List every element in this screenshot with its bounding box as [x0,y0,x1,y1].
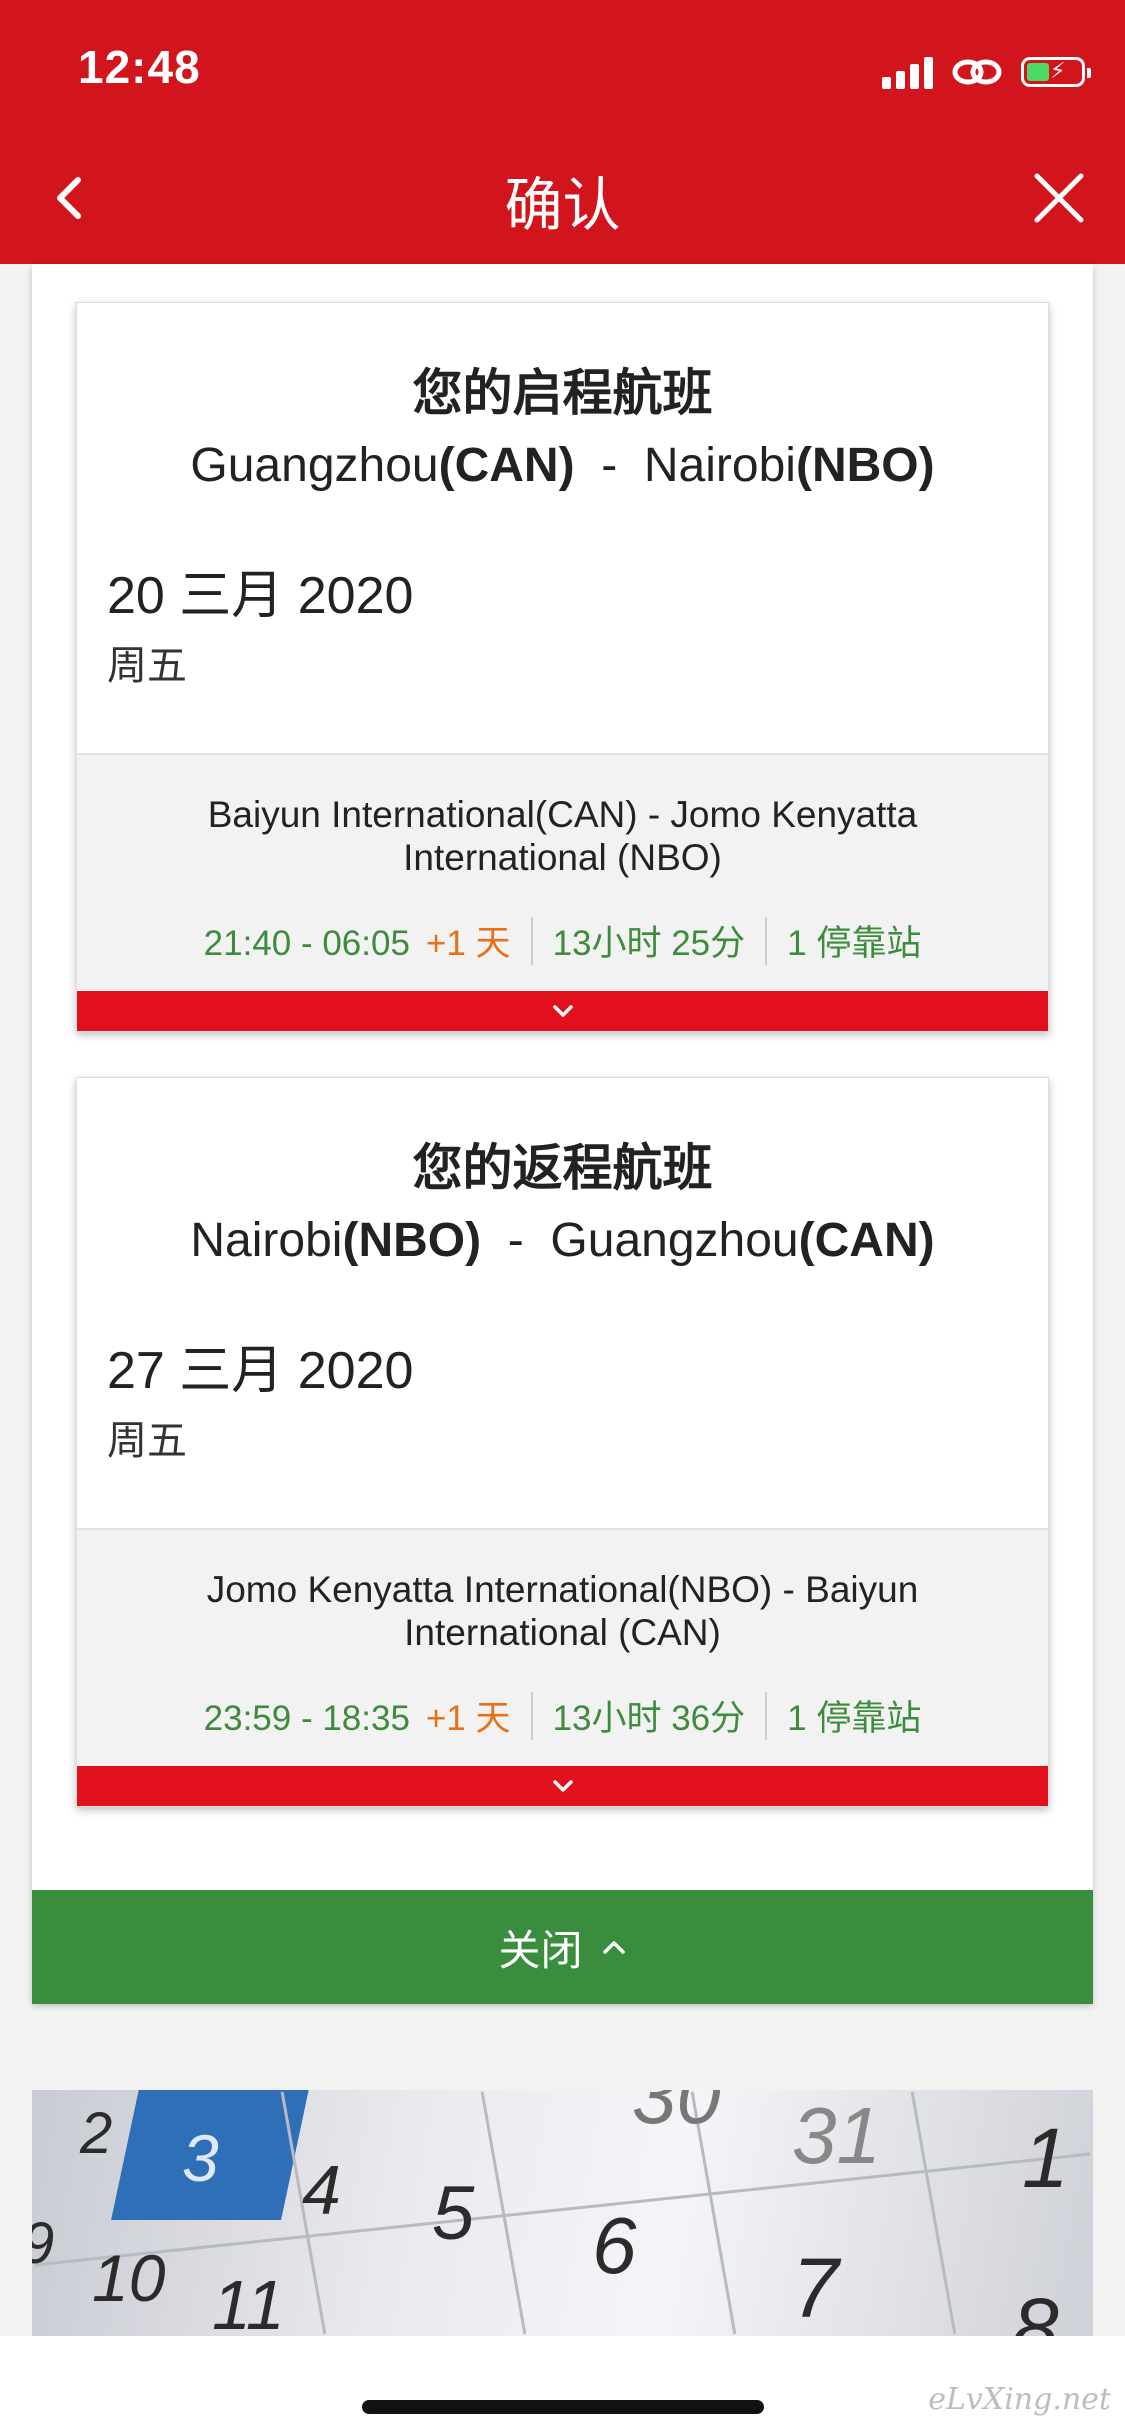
calendar-number: 11 [212,2266,285,2336]
calendar-number: 1 [1022,2111,1069,2205]
next-day-badge: +1 天 [425,1699,511,1738]
chevron-up-icon [602,1941,625,1954]
flight-duration: 13小时 25分 [552,924,746,963]
calendar-number: 2 [80,2101,113,2166]
close-button[interactable] [1029,168,1089,228]
flight-weekday: 周五 [107,643,187,689]
flight-times: 23:59 - 18:35 +1 天 [203,1699,511,1738]
card-header: 您的返程航班 Nairobi(NBO) - Guangzhou(CAN) 27 … [77,1078,1048,1528]
calendar-number: 5 [432,2171,475,2256]
calendar-number: 9 [32,2210,54,2277]
top-bar: 12:48 ⚡ 确认 [0,0,1125,264]
expand-details-button[interactable] [77,1766,1048,1806]
collapse-label: 关闭 [498,1925,583,1975]
calendar-number: 6 [592,2201,637,2290]
flight-meta: 23:59 - 18:35 +1 天 13小时 36分 1 停靠站 [77,1690,1048,1741]
flight-weekday: 周五 [107,1418,187,1464]
calendar-number: 8 [1012,2281,1059,2336]
flight-details: Baiyun International(CAN) - Jomo Kenyatt… [77,753,1048,991]
flight-date: 27 三月 2020 [107,1342,414,1400]
calendar-number: 30 [632,2090,721,2140]
next-day-badge: +1 天 [425,924,511,963]
collapse-button[interactable]: 关闭 [32,1890,1093,2004]
flight-stops: 1 停靠站 [787,1699,922,1738]
flight-details: Jomo Kenyatta International(NBO) - Baiyu… [77,1528,1048,1766]
flight-duration: 13小时 36分 [552,1699,746,1738]
calendar-number: 31 [792,2091,881,2180]
calendar-number: 3 [182,2121,219,2195]
signal-icon [882,55,933,89]
card-header: 您的启程航班 Guangzhou(CAN) - Nairobi(NBO) 20 … [77,303,1048,753]
chevron-down-icon [552,1780,573,1792]
calendar-image: 2 3 4 5 6 30 31 1 9 10 11 7 8 [32,2090,1093,2336]
flight-stops: 1 停靠站 [787,924,922,963]
card-title: 您的返程航班 [412,1139,713,1197]
link-icon [952,59,1002,85]
status-time: 12:48 [78,41,201,93]
calendar-number: 7 [792,2241,839,2335]
card-title: 您的启程航班 [412,364,713,422]
calendar-number: 4 [302,2151,341,2229]
calendar-number: 10 [92,2241,166,2315]
watermark: eLvXing.net [928,2382,1111,2417]
close-icon [1034,173,1084,223]
flight-route: Nairobi(NBO) - Guangzhou(CAN) [190,1214,935,1267]
flight-date: 20 三月 2020 [107,567,414,625]
return-flight-card: 您的返程航班 Nairobi(NBO) - Guangzhou(CAN) 27 … [76,1077,1049,1807]
airports-text: Jomo Kenyatta International(NBO) - Baiyu… [206,1569,919,1653]
page-title: 确认 [504,171,621,239]
home-indicator[interactable] [362,2400,764,2414]
outbound-flight-card: 您的启程航班 Guangzhou(CAN) - Nairobi(NBO) 20 … [76,302,1049,1032]
flight-route: Guangzhou(CAN) - Nairobi(NBO) [190,439,935,492]
airports-text: Baiyun International(CAN) - Jomo Kenyatt… [207,794,918,878]
chevron-down-icon [552,1005,573,1017]
status-icons: ⚡ [882,52,1091,92]
expand-details-button[interactable] [77,991,1048,1031]
battery-icon: ⚡ [1021,57,1091,87]
flight-meta: 21:40 - 06:05 +1 天 13小时 25分 1 停靠站 [77,915,1048,966]
flight-times: 21:40 - 06:05 +1 天 [203,924,511,963]
